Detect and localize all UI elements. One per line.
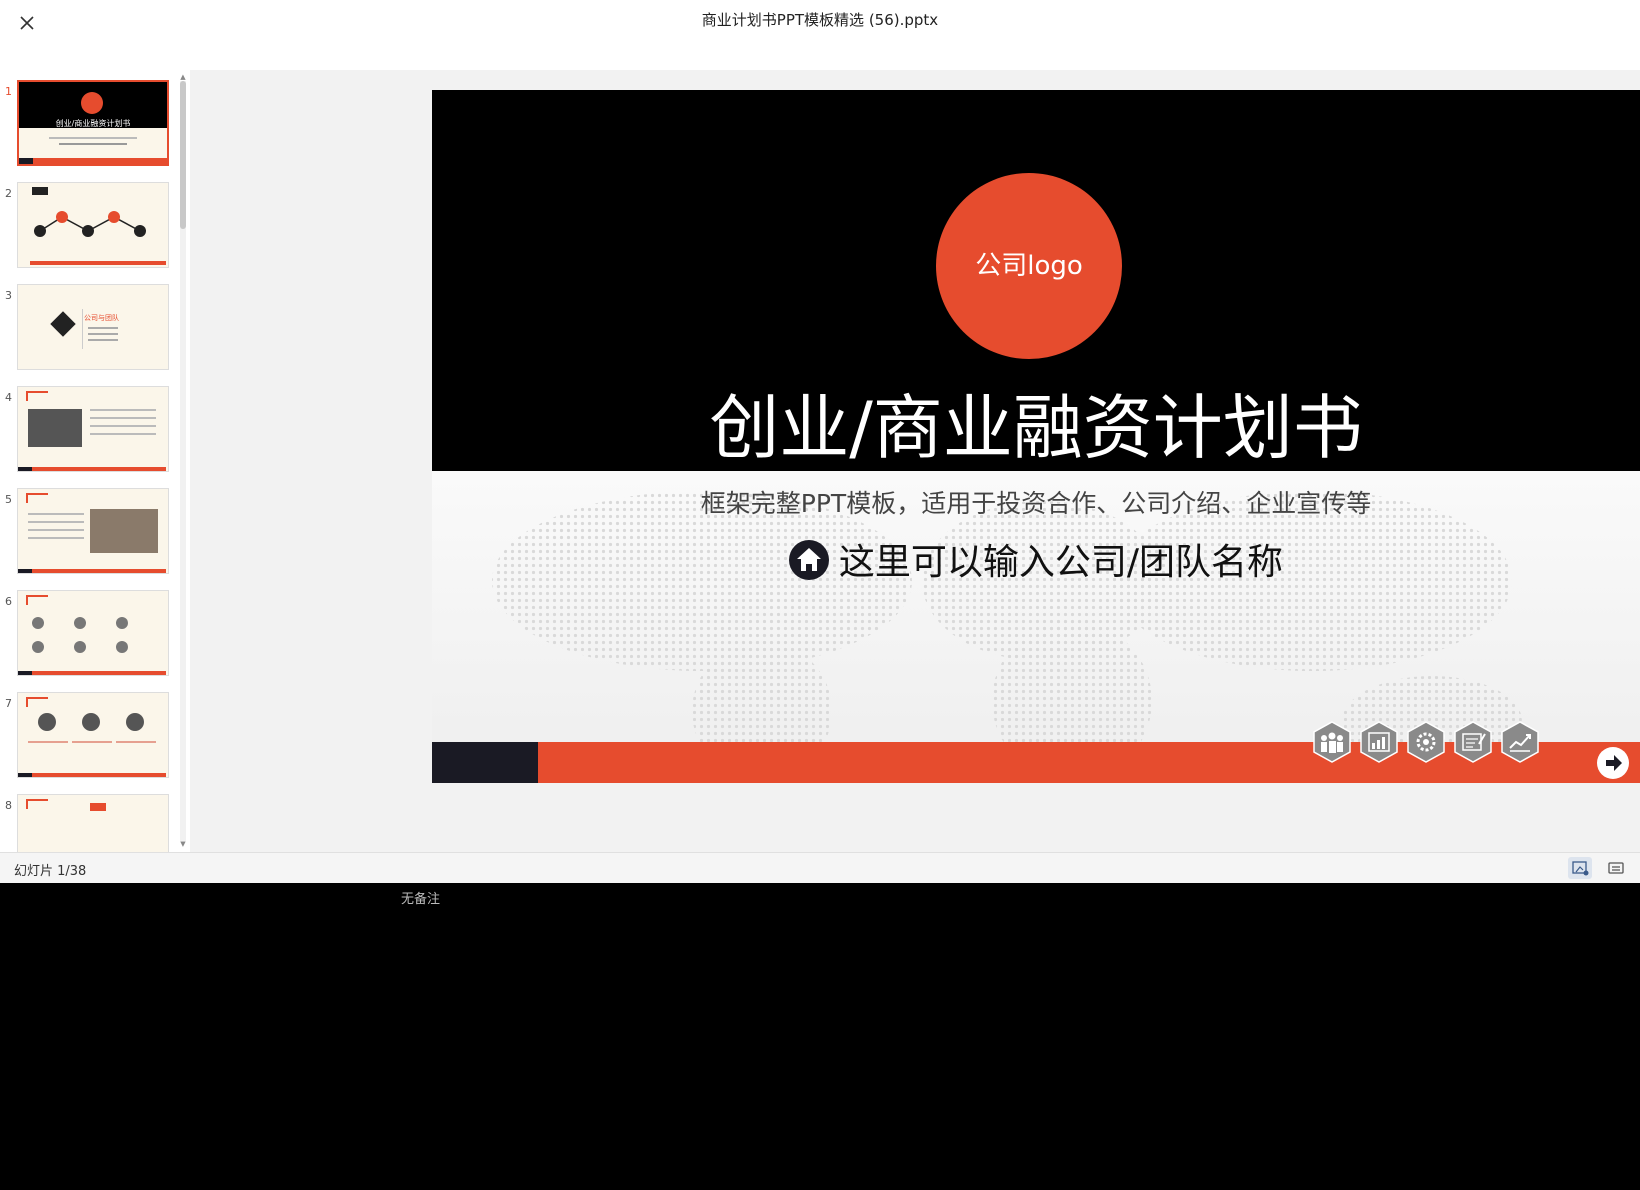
scroll-thumb[interactable]	[180, 81, 186, 229]
chart-icon	[1357, 720, 1401, 764]
presentation-viewer: 商业计划书PPT模板精选 (56).pptx 1 创业/商业融资计划书 2 3 …	[0, 0, 1640, 907]
slide-stage: 公司logo 创业/商业融资计划书 框架完整PPT模板，适用于投资合作、公司介绍…	[190, 70, 1640, 907]
thumbnail-preview	[17, 182, 169, 268]
thumbnail-scrollbar[interactable]: ▲ ▼	[179, 73, 187, 848]
team-icon	[1310, 720, 1354, 764]
slide-title: 创业/商业融资计划书	[709, 387, 1363, 469]
home-icon	[788, 539, 829, 589]
notes-empty-label: 无备注	[401, 892, 441, 907]
thumbnail-preview: 创业/商业融资计划书	[17, 80, 169, 166]
slide-footer-dark-bar	[432, 742, 538, 783]
slide-subtitle: 框架完整PPT模板，适用于投资合作、公司介绍、企业宣传等	[700, 489, 1372, 518]
thumbnail-number: 4	[5, 391, 12, 404]
thumbnail-number: 2	[5, 187, 12, 200]
thumbnail-slide-4[interactable]: 4	[0, 384, 178, 480]
status-bar: 幻灯片 1/38	[0, 852, 1640, 883]
team-name-line: 这里可以输入公司/团队名称	[432, 533, 1640, 589]
thumbnail-preview	[17, 692, 169, 778]
document-title: 商业计划书PPT模板精选 (56).pptx	[701, 11, 939, 29]
arrow-right-icon[interactable]	[1597, 747, 1629, 779]
slide-thumbnail-panel: 1 创业/商业融资计划书 2 3 公司与团队 4 5 6 7 8	[0, 70, 190, 852]
thumbnail-slide-6[interactable]: 6	[0, 588, 178, 684]
slide-counter: 幻灯片 1/38	[14, 864, 87, 879]
thumbnail-number: 5	[5, 493, 12, 506]
gear-icon	[1404, 720, 1448, 764]
thumbnail-number: 7	[5, 697, 12, 710]
thumbnail-preview	[17, 386, 169, 472]
thumbnail-preview	[17, 488, 169, 574]
team-name-text: 这里可以输入公司/团队名称	[838, 542, 1284, 583]
thumbnail-number: 6	[5, 595, 12, 608]
thumbnail-title: 公司与团队	[84, 314, 119, 322]
notes-view-button[interactable]	[1568, 857, 1592, 879]
current-slide[interactable]: 公司logo 创业/商业融资计划书 框架完整PPT模板，适用于投资合作、公司介绍…	[432, 90, 1640, 783]
thumbnail-preview	[17, 794, 169, 852]
top-bar: 商业计划书PPT模板精选 (56).pptx	[0, 0, 1640, 70]
thumbnail-slide-8[interactable]: 8	[0, 792, 178, 852]
thumbnail-slide-7[interactable]: 7	[0, 690, 178, 786]
thumbnail-number: 3	[5, 289, 12, 302]
thumbnail-slide-2[interactable]: 2	[0, 180, 178, 276]
scroll-up-icon[interactable]: ▲	[179, 73, 187, 81]
slide-sorter-button[interactable]	[1604, 857, 1628, 879]
scroll-down-icon[interactable]: ▼	[179, 840, 187, 848]
thumbnail-number: 8	[5, 799, 12, 812]
growth-icon	[1498, 720, 1542, 764]
thumbnail-slide-1[interactable]: 1 创业/商业融资计划书	[0, 78, 178, 174]
thumbnail-preview: 公司与团队	[17, 284, 169, 370]
thumbnail-slide-5[interactable]: 5	[0, 486, 178, 582]
thumbnail-slide-3[interactable]: 3 公司与团队	[0, 282, 178, 378]
company-logo-placeholder: 公司logo	[936, 173, 1122, 359]
thumbnail-title: 创业/商业融资计划书	[55, 119, 131, 128]
document-icon	[1451, 720, 1495, 764]
thumbnail-number: 1	[5, 85, 12, 98]
thumbnail-preview	[17, 590, 169, 676]
